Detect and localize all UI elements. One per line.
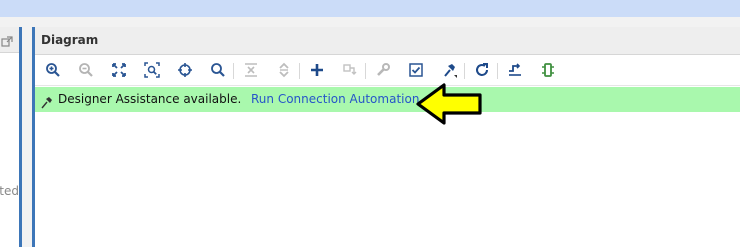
left-panel-header xyxy=(0,27,19,53)
default-view-icon[interactable] xyxy=(506,61,524,79)
zoom-fit-icon[interactable] xyxy=(110,61,128,79)
toolbar-separator xyxy=(464,63,465,79)
panel-separator[interactable] xyxy=(22,27,32,247)
toolbar-separator xyxy=(299,63,300,79)
diagram-header: Diagram xyxy=(35,27,740,55)
add-ip-icon[interactable] xyxy=(308,61,326,79)
regenerate-layout-icon[interactable] xyxy=(473,61,491,79)
validate-design-icon[interactable] xyxy=(407,61,425,79)
run-connection-automation-icon[interactable] xyxy=(440,61,458,79)
toolbar-separator xyxy=(365,63,366,79)
maximize-icon[interactable] xyxy=(1,33,13,52)
diagram-title: Diagram xyxy=(41,33,99,47)
zoom-out-icon[interactable] xyxy=(77,61,95,79)
search-icon[interactable] xyxy=(209,61,227,79)
auto-fit-selection-icon[interactable] xyxy=(176,61,194,79)
diagram-panel: Diagram Designer Assistance available. R… xyxy=(32,27,740,247)
zoom-selected-icon[interactable] xyxy=(143,61,161,79)
designer-assistance-message: Designer Assistance available. xyxy=(58,92,242,106)
toolbar-separator xyxy=(233,63,234,79)
wrench-icon[interactable] xyxy=(374,61,392,79)
window-gap-strip xyxy=(0,17,740,27)
left-panel: cted xyxy=(0,27,22,247)
collapse-all-icon[interactable] xyxy=(242,61,260,79)
make-connection-icon[interactable] xyxy=(341,61,359,79)
add-module-icon[interactable] xyxy=(539,61,557,79)
window-top-strip xyxy=(0,0,740,17)
left-panel-text-fragment: cted xyxy=(0,184,19,198)
diagram-toolbar xyxy=(35,55,740,86)
run-connection-automation-link[interactable]: Run Connection Automation xyxy=(251,87,419,112)
designer-assistance-banner: Designer Assistance available. Run Conne… xyxy=(35,87,740,112)
expand-all-icon[interactable] xyxy=(275,61,293,79)
zoom-in-icon[interactable] xyxy=(44,61,62,79)
toolbar-separator xyxy=(497,63,498,79)
yellow-arrow-annotation xyxy=(414,82,486,130)
assistance-pin-icon xyxy=(41,93,53,118)
